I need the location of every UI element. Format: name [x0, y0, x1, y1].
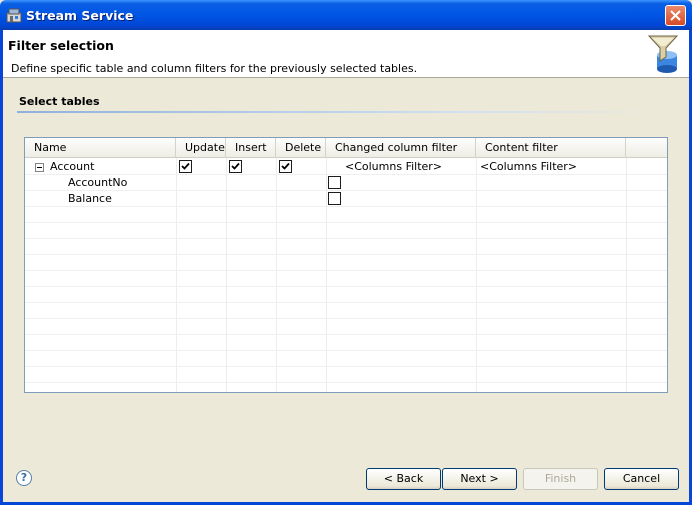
content-filter-link[interactable]: <Columns Filter> [480, 159, 577, 175]
row-name: Account [50, 160, 95, 173]
empty-row [25, 351, 667, 367]
finish-button: Finish [523, 468, 598, 490]
checkmark-icon [281, 162, 290, 170]
changed-column-filter-link[interactable]: <Columns Filter> [345, 159, 442, 175]
app-icon [6, 8, 22, 23]
wizard-header: Filter selection Define specific table a… [3, 30, 689, 78]
empty-row [25, 207, 667, 223]
column-header-update[interactable]: Update [176, 138, 226, 158]
filter-database-icon [647, 35, 679, 73]
title-bar[interactable]: Stream Service [0, 0, 692, 30]
empty-row [25, 239, 667, 255]
filter-table[interactable]: Name Update Insert Delete Changed column… [24, 137, 668, 393]
section-title: Select tables [19, 95, 100, 108]
section-divider [17, 111, 657, 113]
table-header: Name Update Insert Delete Changed column… [25, 138, 667, 158]
changed-column-checkbox[interactable] [328, 192, 341, 205]
insert-checkbox[interactable] [229, 160, 242, 173]
empty-row [25, 303, 667, 319]
table-row-balance[interactable]: Balance [25, 191, 667, 207]
column-header-content-filter[interactable]: Content filter [476, 138, 626, 158]
empty-row [25, 223, 667, 239]
window-title: Stream Service [26, 8, 134, 23]
empty-row [25, 367, 667, 383]
column-header-name[interactable]: Name [25, 138, 176, 158]
close-icon [670, 10, 681, 21]
update-checkbox[interactable] [179, 160, 192, 173]
changed-column-checkbox[interactable] [328, 176, 341, 189]
checkmark-icon [231, 162, 240, 170]
table-row-accountno[interactable]: AccountNo [25, 175, 667, 191]
page-description: Define specific table and column filters… [11, 62, 418, 75]
empty-row [25, 287, 667, 303]
empty-row [25, 319, 667, 335]
delete-checkbox[interactable] [279, 160, 292, 173]
column-header-changed-filter[interactable]: Changed column filter [326, 138, 476, 158]
table-row-account[interactable]: Account <Columns Filter> <Columns Filter… [25, 159, 667, 175]
collapse-icon[interactable] [35, 163, 44, 172]
empty-row [25, 255, 667, 271]
next-button[interactable]: Next > [442, 468, 517, 490]
help-icon[interactable]: ? [16, 470, 32, 486]
row-name: AccountNo [68, 176, 128, 189]
cancel-button[interactable]: Cancel [604, 468, 679, 490]
close-button[interactable] [665, 5, 686, 26]
checkmark-icon [181, 162, 190, 170]
column-header-insert[interactable]: Insert [226, 138, 276, 158]
page-title: Filter selection [8, 38, 114, 53]
empty-row [25, 335, 667, 351]
empty-row [25, 271, 667, 287]
back-button[interactable]: < Back [366, 468, 441, 490]
row-name: Balance [68, 192, 112, 205]
column-header-delete[interactable]: Delete [276, 138, 326, 158]
